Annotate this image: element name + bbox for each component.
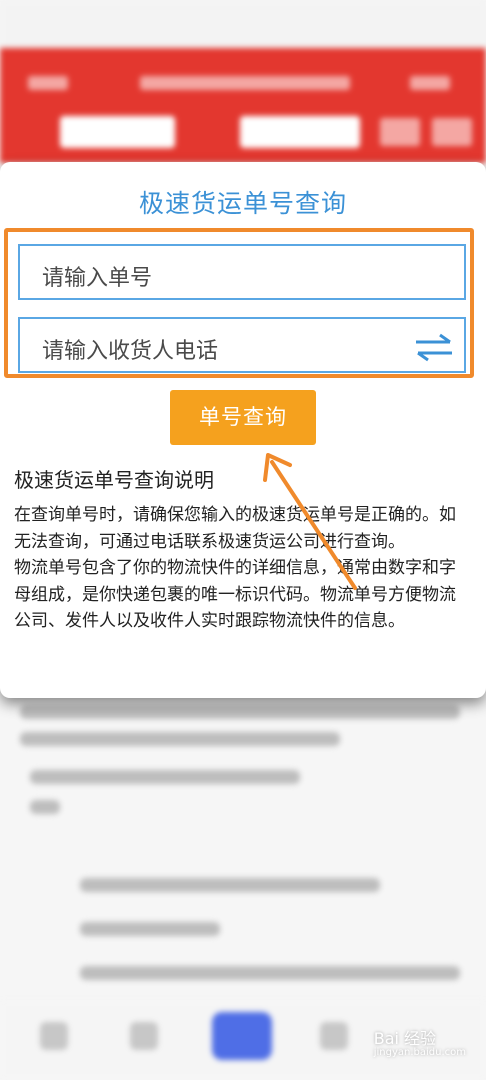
watermark-url: jingyan.baidu.com xyxy=(373,1047,466,1058)
watermark: Bai 经验 jingyan.baidu.com xyxy=(374,1025,466,1058)
watermark-brand: Bai 经验 xyxy=(373,1029,437,1048)
annotation-arrow xyxy=(263,453,357,590)
